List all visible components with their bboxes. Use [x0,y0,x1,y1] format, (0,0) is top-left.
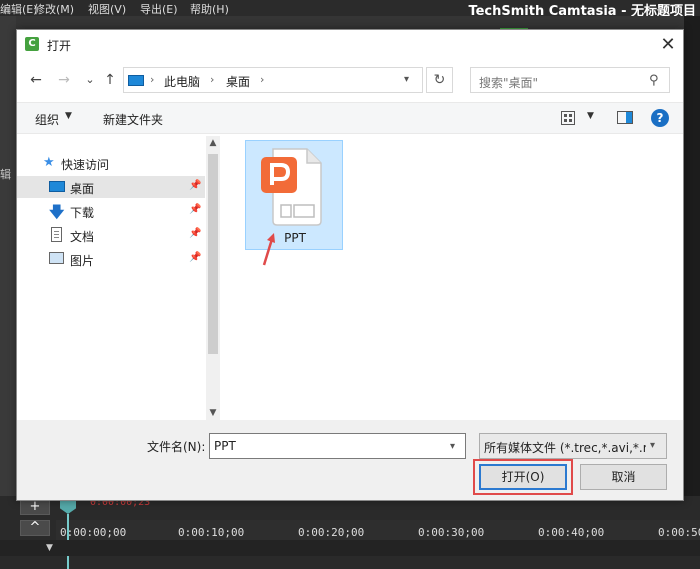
sidebar-item-label: 桌面 [70,182,95,196]
new-folder-button[interactable]: 新建文件夹 [103,111,163,128]
pictures-icon [49,252,64,264]
breadcrumb-desktop[interactable]: 桌面 [226,73,250,90]
pin-icon[interactable]: 📌 [189,204,201,215]
up-arrow-icon[interactable]: ↑ [101,71,119,89]
file-item-ppt[interactable]: PPT [245,140,343,266]
preview-pane-icon[interactable] [617,111,633,124]
address-bar[interactable]: › 此电脑 › 桌面 › ▾ [123,67,423,93]
search-icon[interactable]: ⚲ [649,73,659,88]
chevron-right-icon[interactable]: › [210,73,214,86]
app-left-glyph: 辑 [0,168,11,181]
help-icon[interactable]: ? [651,109,669,127]
filename-value: PPT [214,439,236,453]
timeline-tick: 0:00:50;00 [658,526,700,539]
dialog-titlebar[interactable]: C 打开 ✕ [17,30,683,60]
back-arrow-icon[interactable]: ← [27,71,45,89]
timeline-tick: 0:00:30;00 [418,526,485,539]
sidebar-item-label: 文档 [70,230,95,244]
annotation-arrow-icon [262,233,275,266]
chevron-right-icon[interactable]: › [260,73,264,86]
file-list-area[interactable]: PPT [221,136,683,420]
menu-view[interactable]: 视图(V) [88,1,126,17]
breadcrumb-this-pc[interactable]: 此电脑 [164,73,200,90]
timeline-add-track-button[interactable]: + [20,499,50,515]
filename-label: 文件名(N): [147,440,206,454]
camtasia-app-icon: C [25,37,39,51]
track-expand-icon[interactable]: ▼ [46,543,53,553]
dialog-title: 打开 [47,39,72,53]
close-icon[interactable]: ✕ [657,34,679,56]
view-options-caret-icon[interactable]: ▼ [587,111,594,121]
navigation-pane: ★ 快速访问 桌面 📌 🡇 下载 📌 文档 📌 图片 📌 [17,136,220,420]
app-right-panel [684,16,700,496]
organize-button[interactable]: 组织 [35,111,59,128]
menu-export[interactable]: 导出(E) [140,1,178,17]
search-placeholder: 搜索"桌面" [479,76,539,90]
sidebar-item-label: 下载 [70,206,95,220]
sidebar-item-pictures[interactable]: 图片 📌 [17,248,205,270]
file-type-select[interactable]: 所有媒体文件 (*.trec,*.avi,*.mp ▾ [479,433,667,459]
file-type-value: 所有媒体文件 (*.trec,*.avi,*.mp [484,441,646,455]
computer-icon [128,75,144,86]
menu-help[interactable]: 帮助(H) [190,1,229,17]
scroll-thumb[interactable] [208,154,218,354]
menu-modify[interactable]: 修改(M) [34,1,74,17]
chevron-right-icon[interactable]: › [150,73,154,86]
timeline-tick: 0:00:10;00 [178,526,245,539]
search-input[interactable]: 搜索"桌面" ⚲ [470,67,670,93]
command-bar: 组织 ▼ 新建文件夹 ▼ ? [17,102,683,134]
chevron-down-icon[interactable]: ▾ [450,441,455,452]
sidebar-item-quick-access[interactable]: ★ 快速访问 [17,152,205,174]
refresh-icon[interactable]: ↻ [426,67,453,93]
star-icon: ★ [43,155,55,170]
timeline-collapse-button[interactable]: ^ [20,520,50,536]
navigation-bar: ← → ⌄ ↑ › 此电脑 › 桌面 › ▾ ↻ 搜索"桌面" ⚲ [17,63,683,97]
scroll-down-icon[interactable]: ▼ [206,406,220,420]
desktop-icon [49,181,65,192]
sidebar-item-documents[interactable]: 文档 📌 [17,224,205,246]
pin-icon[interactable]: 📌 [189,252,201,263]
recent-locations-chevron-icon[interactable]: ⌄ [81,71,99,89]
menu-edit[interactable]: 编辑(E) [0,1,38,17]
open-button[interactable]: 打开(O) [479,464,567,490]
sidebar-item-downloads[interactable]: 🡇 下载 📌 [17,200,205,222]
sidebar-item-desktop[interactable]: 桌面 📌 [17,176,205,198]
sidebar-item-label: 图片 [70,254,95,268]
caret-down-icon[interactable]: ▼ [65,111,72,121]
change-view-icon[interactable] [561,111,575,125]
forward-arrow-icon[interactable]: → [55,71,73,89]
sidebar-item-label: 快速访问 [61,158,110,172]
cancel-button[interactable]: 取消 [580,464,667,490]
scroll-up-icon[interactable]: ▲ [206,136,220,150]
timeline-tick: 0:00:20;00 [298,526,365,539]
timeline-track[interactable] [0,540,700,556]
filename-field[interactable]: PPT ▾ [209,433,466,459]
app-menubar: 编辑(E) 修改(M) 视图(V) 导出(E) 帮助(H) TechSmith … [0,0,700,19]
ppt-file-icon [261,148,322,226]
pin-icon[interactable]: 📌 [189,228,201,239]
document-icon [51,227,62,242]
pin-icon[interactable]: 📌 [189,180,201,191]
app-left-panel: 辑 [0,16,16,496]
navigation-pane-scrollbar[interactable]: ▲ ▼ [206,136,220,420]
open-file-dialog: C 打开 ✕ ← → ⌄ ↑ › 此电脑 › 桌面 › ▾ ↻ 搜索"桌面" ⚲… [16,29,684,501]
timeline-tick: 0:00:40;00 [538,526,605,539]
chevron-down-icon[interactable]: ▾ [404,74,409,85]
timeline-tick: 0:00:00;00 [60,526,127,539]
chevron-down-icon[interactable]: ▾ [650,440,655,451]
dialog-footer: 文件名(N): PPT ▾ 所有媒体文件 (*.trec,*.avi,*.mp … [17,420,683,500]
